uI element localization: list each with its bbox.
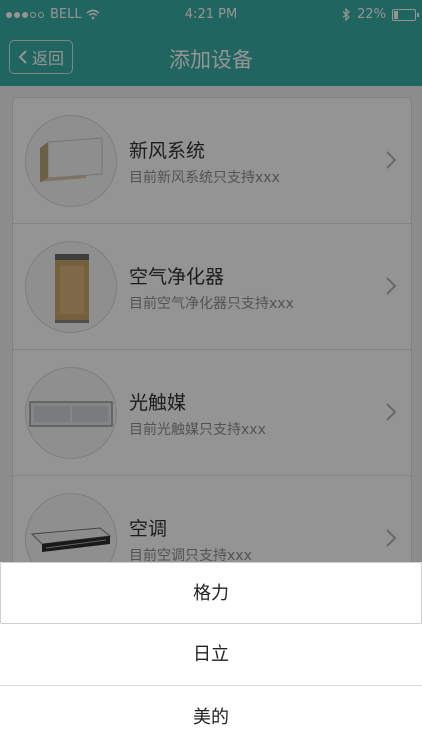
brand-option-hitachi[interactable]: 日立	[0, 624, 422, 686]
brand-picker-sheet: 格力 日立 美的	[0, 562, 422, 750]
brand-option-midea[interactable]: 美的	[0, 686, 422, 750]
brand-option-gree[interactable]: 格力	[0, 562, 422, 624]
